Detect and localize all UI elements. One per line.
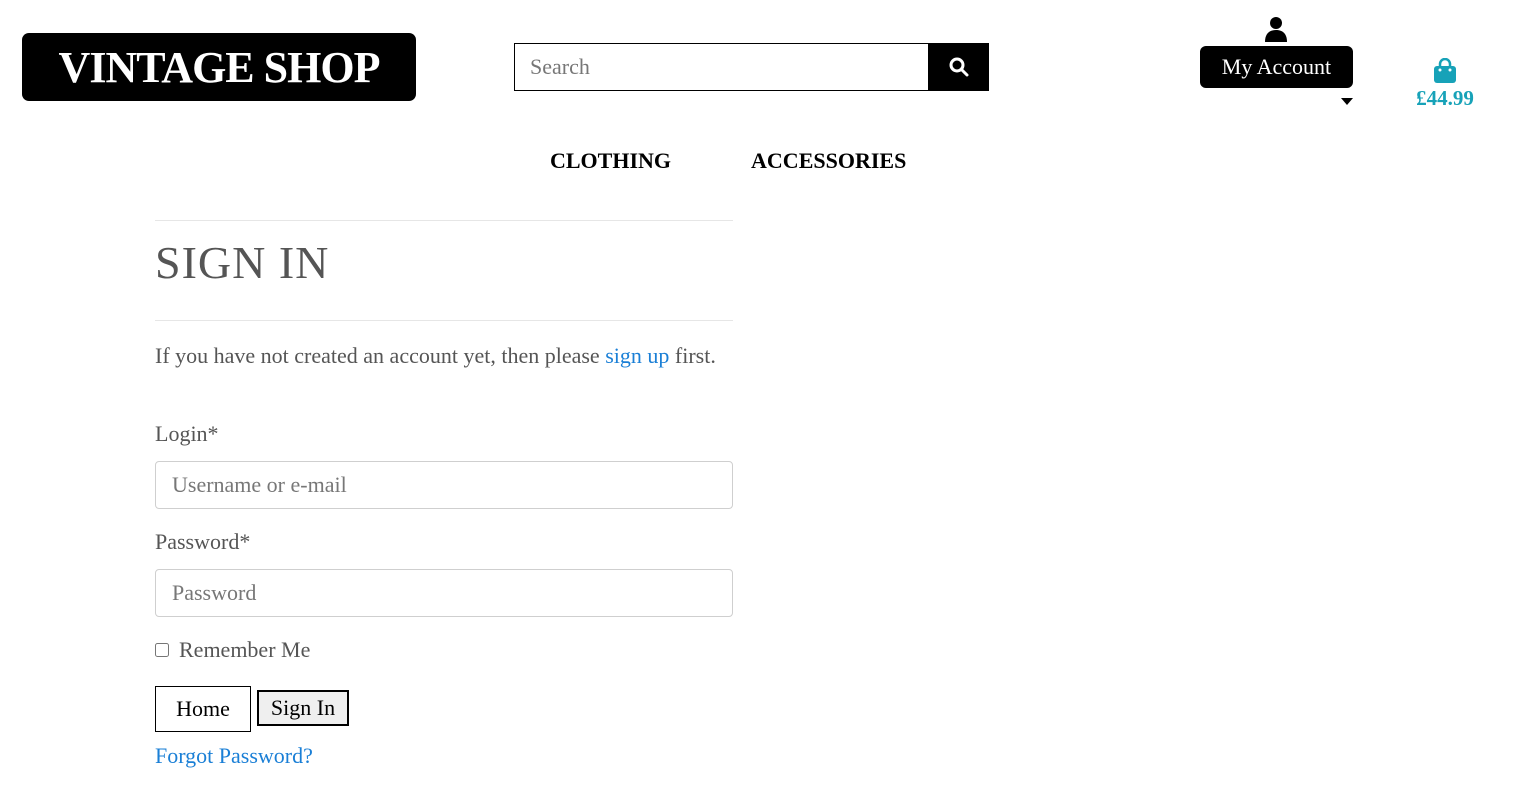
nav-item-clothing[interactable]: CLOTHING xyxy=(550,148,671,174)
password-field[interactable] xyxy=(155,569,733,617)
shopping-bag[interactable]: £44.99 xyxy=(1406,58,1484,111)
signup-prompt: If you have not created an account yet, … xyxy=(155,341,735,371)
page-title: SIGN IN xyxy=(155,237,330,288)
shopping-bag-icon xyxy=(1434,58,1456,83)
login-label: Login* xyxy=(155,421,219,446)
user-icon xyxy=(1265,17,1287,42)
divider xyxy=(155,220,733,221)
bag-total: £44.99 xyxy=(1416,86,1474,110)
signup-prompt-before: If you have not created an account yet, … xyxy=(155,343,606,368)
search-button[interactable] xyxy=(928,43,989,91)
remember-me-checkbox[interactable] xyxy=(155,643,169,657)
my-account-menu[interactable]: My Account xyxy=(1200,16,1353,106)
search-icon xyxy=(949,57,968,77)
remember-me-label: Remember Me xyxy=(179,637,311,662)
forgot-password-link[interactable]: Forgot Password? xyxy=(155,743,313,769)
chevron-down-icon[interactable] xyxy=(1341,98,1353,105)
home-button[interactable]: Home xyxy=(155,686,251,732)
password-label: Password* xyxy=(155,529,251,554)
signup-prompt-after: first. xyxy=(669,343,716,368)
search-input[interactable] xyxy=(514,43,928,91)
sign-up-link[interactable]: sign up xyxy=(605,343,669,368)
my-account-label[interactable]: My Account xyxy=(1200,46,1353,88)
divider xyxy=(155,320,733,321)
sign-in-button[interactable]: Sign In xyxy=(257,690,349,726)
site-logo[interactable]: VINTAGE SHOP xyxy=(22,33,416,101)
search-bar xyxy=(514,43,989,91)
remember-me[interactable]: Remember Me xyxy=(155,637,310,663)
nav-item-accessories[interactable]: ACCESSORIES xyxy=(751,148,906,174)
login-field[interactable] xyxy=(155,461,733,509)
main-nav: CLOTHING ACCESSORIES xyxy=(550,148,906,174)
